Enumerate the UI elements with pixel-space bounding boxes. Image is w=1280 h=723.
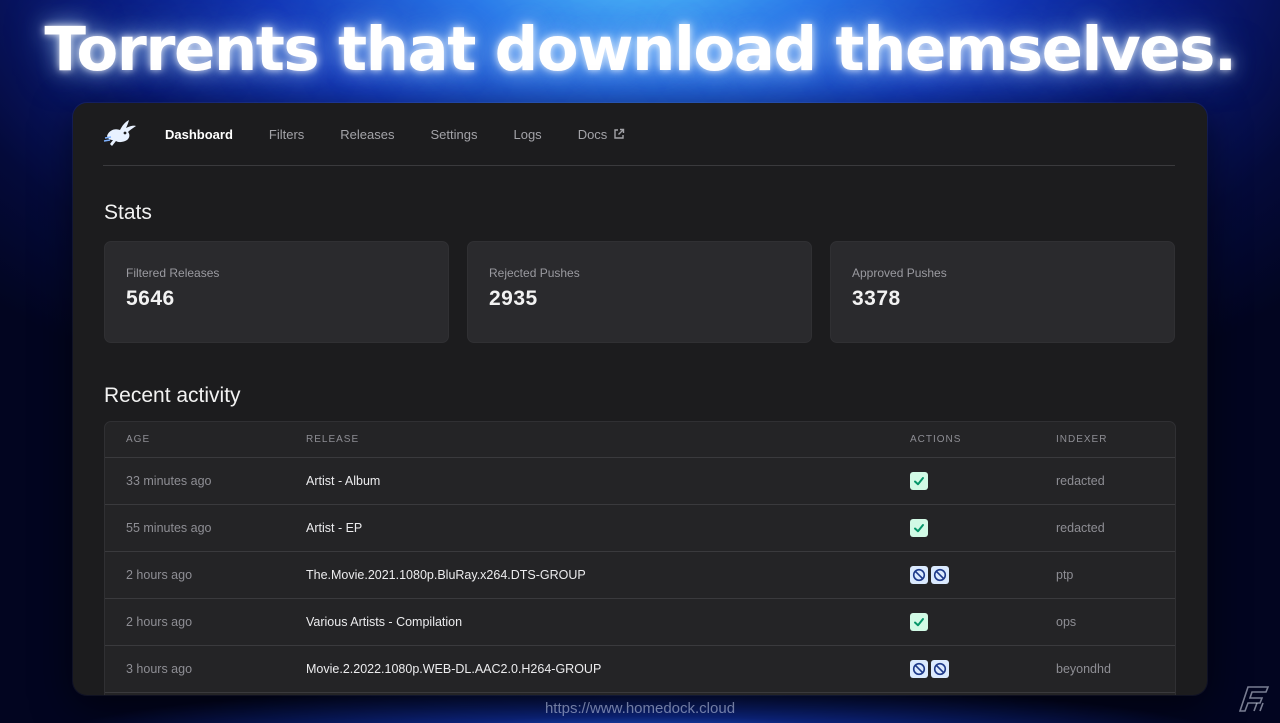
nav-dashboard[interactable]: Dashboard — [165, 127, 233, 142]
table-row[interactable]: 3 hours ago Movie.2.2022.1080p.WEB-DL.AAC… — [105, 646, 1175, 693]
row-release: Artist - Album — [306, 474, 381, 488]
row-release: The.Movie.2021.1080p.BluRay.x264.DTS-GRO… — [306, 568, 586, 582]
nav-docs[interactable]: Docs — [578, 127, 626, 142]
stat-value: 3378 — [852, 287, 901, 310]
column-header-age: AGE — [126, 434, 151, 445]
row-release: Movie.2.2022.1080p.WEB-DL.AAC2.0.H264-GR… — [306, 662, 602, 676]
column-header-indexer: INDEXER — [1056, 434, 1108, 445]
column-header-release: RELEASE — [306, 434, 360, 445]
approved-check-icon[interactable] — [910, 613, 928, 631]
row-age: 55 minutes ago — [126, 521, 212, 535]
external-link-icon — [614, 128, 625, 139]
row-actions — [910, 613, 928, 631]
rejected-block-icon[interactable] — [931, 660, 949, 678]
stat-card-filtered: Filtered Releases 5646 — [104, 241, 449, 343]
row-indexer: redacted — [1056, 521, 1105, 535]
nav-settings[interactable]: Settings — [431, 127, 478, 142]
row-indexer: beyondhd — [1056, 662, 1111, 676]
rabbit-logo-icon[interactable] — [103, 116, 139, 152]
approved-check-icon[interactable] — [910, 472, 928, 490]
stat-label: Approved Pushes — [852, 266, 947, 280]
stat-card-approved: Approved Pushes 3378 — [830, 241, 1175, 343]
row-actions — [910, 566, 949, 584]
row-age: 3 hours ago — [126, 662, 193, 676]
nav-logs[interactable]: Logs — [513, 127, 541, 142]
approved-check-icon[interactable] — [910, 519, 928, 537]
stats-title: Stats — [104, 201, 152, 224]
row-indexer: ops — [1056, 615, 1077, 629]
row-actions — [910, 519, 928, 537]
recent-activity-table: AGE RELEASE ACTIONS INDEXER 33 minutes a… — [104, 421, 1176, 695]
rejected-block-icon[interactable] — [931, 566, 949, 584]
column-header-actions: ACTIONS — [910, 434, 962, 445]
stat-card-rejected: Rejected Pushes 2935 — [467, 241, 812, 343]
table-row[interactable]: 33 minutes ago Artist - Album redacted — [105, 458, 1175, 505]
row-actions — [910, 472, 928, 490]
row-age: 2 hours ago — [126, 568, 193, 582]
app-window: Dashboard Filters Releases Settings Logs… — [73, 103, 1207, 695]
headline: Torrents that download themselves. — [44, 14, 1237, 85]
row-age: 33 minutes ago — [126, 474, 212, 488]
row-release: Artist - EP — [306, 521, 363, 535]
top-nav: Dashboard Filters Releases Settings Logs… — [103, 103, 1175, 166]
table-row[interactable]: 2 hours ago The.Movie.2021.1080p.BluRay.x… — [105, 552, 1175, 599]
table-row[interactable]: 2 hours ago Various Artists - Compilation… — [105, 599, 1175, 646]
row-age: 2 hours ago — [126, 615, 193, 629]
table-header: AGE RELEASE ACTIONS INDEXER — [105, 422, 1175, 458]
row-actions — [910, 660, 949, 678]
stat-value: 2935 — [489, 287, 538, 310]
rejected-block-icon[interactable] — [910, 660, 928, 678]
stat-label: Filtered Releases — [126, 266, 220, 280]
recent-activity-title: Recent activity — [104, 384, 241, 407]
nav-releases[interactable]: Releases — [340, 127, 394, 142]
nav-docs-label: Docs — [577, 126, 608, 142]
row-indexer: redacted — [1056, 474, 1105, 488]
rejected-block-icon[interactable] — [910, 566, 928, 584]
table-body: 33 minutes ago Artist - Album redacted 55 m… — [105, 458, 1175, 693]
table-row[interactable]: 55 minutes ago Artist - EP redacted — [105, 505, 1175, 552]
stat-value: 5646 — [126, 287, 175, 310]
nav-filters[interactable]: Filters — [269, 127, 304, 142]
brand-corner-logo-icon — [1238, 686, 1270, 712]
stat-label: Rejected Pushes — [489, 266, 580, 280]
watermark-url: https://www.homedock.cloud — [544, 700, 736, 717]
row-indexer: ptp — [1056, 568, 1074, 582]
row-release: Various Artists - Compilation — [306, 615, 463, 629]
